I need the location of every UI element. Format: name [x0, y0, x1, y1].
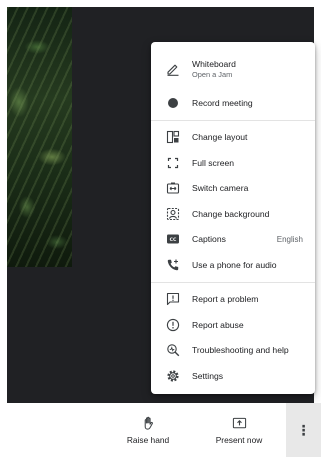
menu-item-phone-audio[interactable]: Use a phone for audio	[151, 252, 315, 278]
menu-item-settings[interactable]: Settings	[151, 363, 315, 389]
present-icon	[232, 416, 247, 435]
fullscreen-icon	[166, 156, 180, 170]
menu-item-label: Change layout	[192, 132, 248, 143]
captions-language: English	[276, 234, 303, 244]
menu-item-label: Report a problem	[192, 294, 259, 305]
participant-video-tile	[7, 7, 72, 267]
menu-item-label: Captions	[192, 234, 226, 245]
menu-item-report-abuse[interactable]: Report abuse	[151, 312, 315, 338]
more-vert-icon: ⋮	[296, 422, 311, 438]
menu-item-label: Use a phone for audio	[192, 259, 277, 270]
svg-text:CC: CC	[170, 237, 177, 243]
menu-item-captions[interactable]: CC Captions English	[151, 227, 315, 253]
menu-item-record-meeting[interactable]: Record meeting	[151, 90, 315, 116]
report-abuse-icon	[166, 318, 180, 332]
more-options-menu: Whiteboard Open a Jam Record meeting Cha…	[151, 42, 315, 394]
menu-item-label: Report abuse	[192, 319, 244, 330]
menu-item-label: Full screen	[192, 157, 235, 168]
settings-icon	[166, 369, 180, 383]
menu-item-label: Change background	[192, 208, 270, 219]
bottom-toolbar: Raise hand Present now ⋮	[0, 403, 321, 457]
background-icon	[166, 207, 180, 221]
menu-divider	[151, 281, 315, 283]
present-now-label: Present now	[215, 434, 263, 445]
record-dot-icon	[166, 96, 180, 110]
raise-hand-button[interactable]: Raise hand	[120, 403, 176, 457]
menu-item-label: Settings	[192, 370, 224, 381]
hand-icon	[141, 416, 156, 435]
menu-item-label: Switch camera	[192, 183, 249, 194]
menu-divider	[151, 119, 315, 121]
menu-item-change-background[interactable]: Change background	[151, 201, 315, 227]
menu-item-troubleshooting[interactable]: Troubleshooting and help	[151, 338, 315, 364]
menu-item-whiteboard[interactable]: Whiteboard Open a Jam	[151, 48, 315, 90]
more-options-button[interactable]: ⋮	[286, 403, 321, 457]
menu-item-sublabel: Open a Jam	[192, 70, 233, 79]
troubleshooting-icon	[166, 343, 180, 357]
menu-item-report-problem[interactable]: Report a problem	[151, 287, 315, 313]
layout-icon	[166, 130, 180, 144]
menu-item-change-layout[interactable]: Change layout	[151, 125, 315, 151]
menu-item-label: Whiteboard	[192, 59, 236, 69]
pencil-icon	[166, 62, 180, 76]
raise-hand-label: Raise hand	[126, 434, 170, 445]
menu-item-label: Record meeting	[192, 97, 253, 108]
menu-item-label: Troubleshooting and help	[192, 345, 289, 356]
present-now-button[interactable]: Present now	[208, 403, 270, 457]
menu-item-full-screen[interactable]: Full screen	[151, 150, 315, 176]
phone-icon	[166, 258, 180, 272]
switch-camera-icon	[166, 181, 180, 195]
captions-icon: CC	[166, 232, 180, 246]
menu-item-switch-camera[interactable]: Switch camera	[151, 176, 315, 202]
report-problem-icon	[166, 292, 180, 306]
